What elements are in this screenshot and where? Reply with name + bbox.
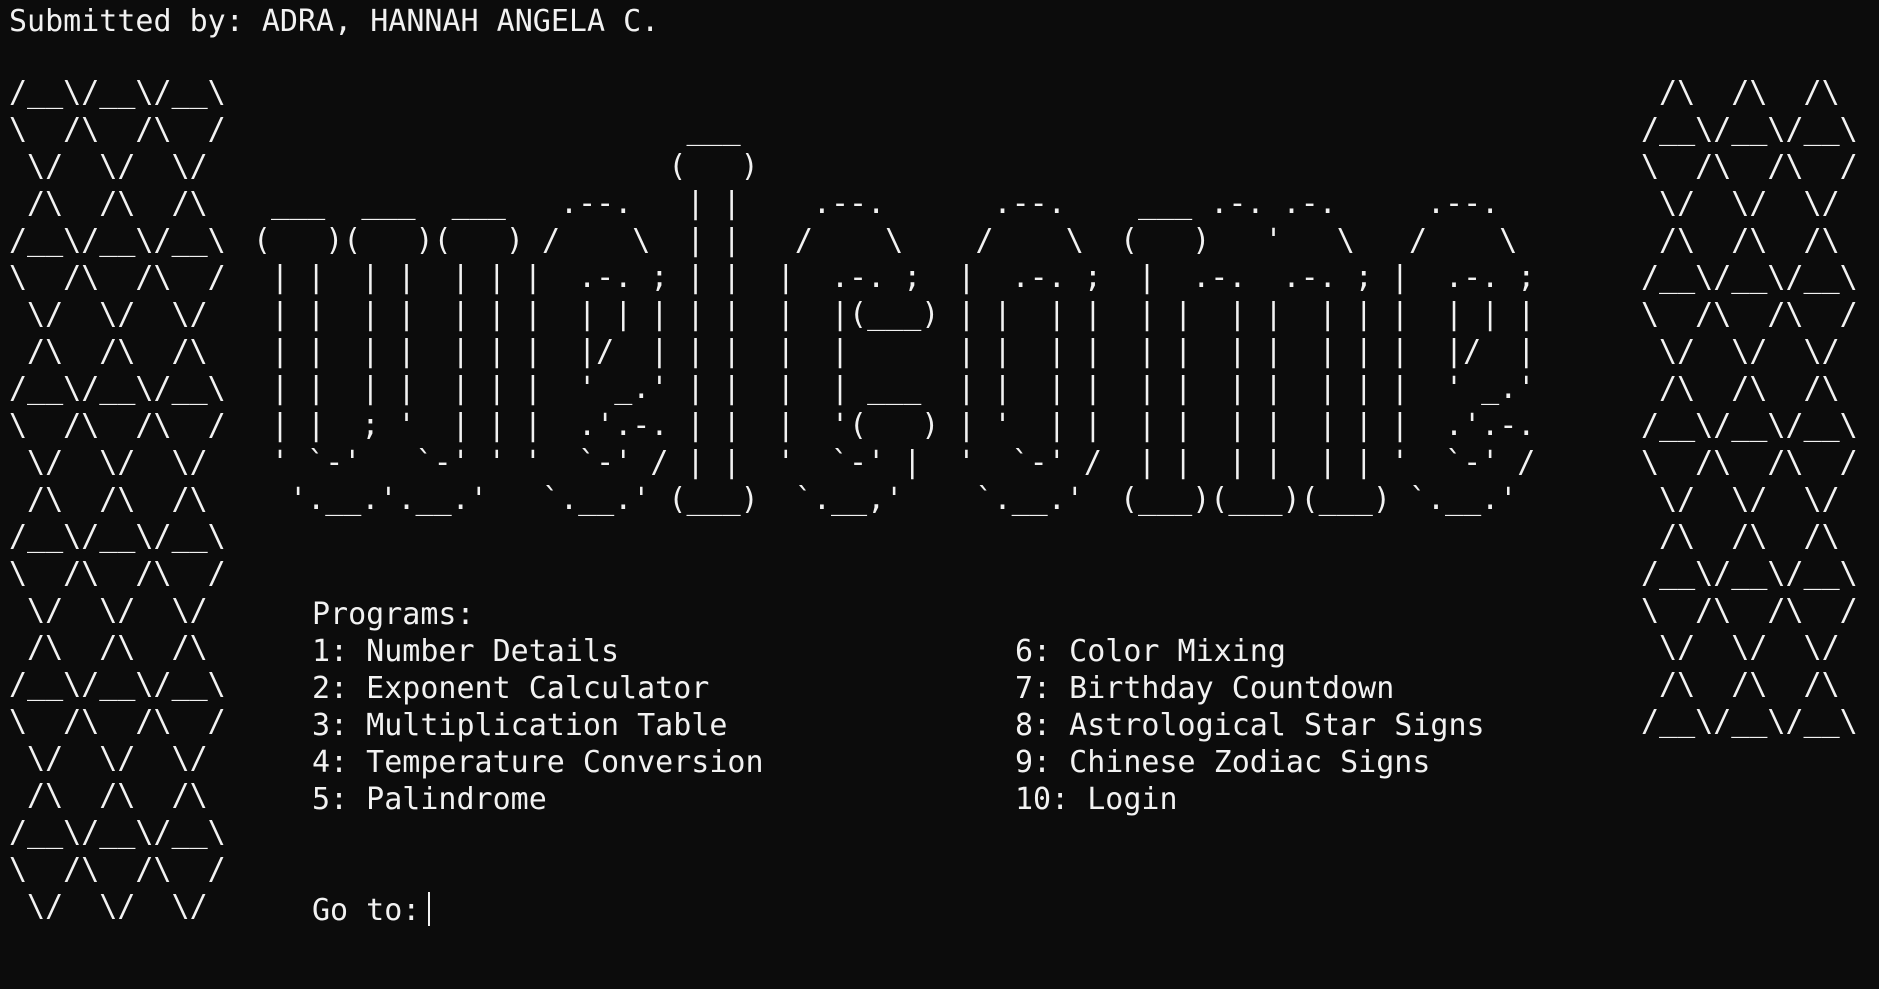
text-cursor[interactable] bbox=[428, 892, 431, 926]
goto-prompt-label: Go to: bbox=[312, 893, 421, 928]
goto-prompt[interactable]: Go to: bbox=[312, 892, 431, 929]
menu-item-color-mixing: 6: Color Mixing bbox=[1015, 634, 1286, 669]
programs-heading: Programs: bbox=[312, 597, 475, 632]
menu-item-login: 10: Login bbox=[1015, 782, 1178, 817]
menu-item-number-details: 1: Number Details bbox=[312, 634, 620, 669]
terminal-window[interactable]: Submitted by: ADRA, HANNAH ANGELA C. /__… bbox=[0, 0, 1879, 989]
submitted-by-header: Submitted by: ADRA, HANNAH ANGELA C. bbox=[9, 4, 660, 39]
menu-item-chinese-zodiac-signs: 9: Chinese Zodiac Signs bbox=[1015, 745, 1431, 780]
welcome-ascii-banner: ___ ( ) ___ ___ ___ .--. | | .--. .--. _… bbox=[253, 112, 1536, 517]
left-triangle-pattern: /__\/__\/__\ \ /\ /\ / \/ \/ \/ /\ /\ /\… bbox=[9, 75, 226, 924]
program-menu-left-column: 1: Number Details 2: Exponent Calculator… bbox=[312, 633, 764, 818]
menu-item-exponent-calculator: 2: Exponent Calculator bbox=[312, 671, 710, 706]
menu-item-temperature-conversion: 4: Temperature Conversion bbox=[312, 745, 764, 780]
menu-item-astrological-star-signs: 8: Astrological Star Signs bbox=[1015, 708, 1485, 743]
menu-item-multiplication-table: 3: Multiplication Table bbox=[312, 708, 728, 743]
right-triangle-pattern: /\ /\ /\ /__\/__\/__\ \ /\ /\ / \/ \/ \/… bbox=[1641, 75, 1858, 739]
menu-item-birthday-countdown: 7: Birthday Countdown bbox=[1015, 671, 1395, 706]
menu-item-palindrome: 5: Palindrome bbox=[312, 782, 547, 817]
program-menu-right-column: 6: Color Mixing 7: Birthday Countdown 8:… bbox=[1015, 633, 1485, 818]
